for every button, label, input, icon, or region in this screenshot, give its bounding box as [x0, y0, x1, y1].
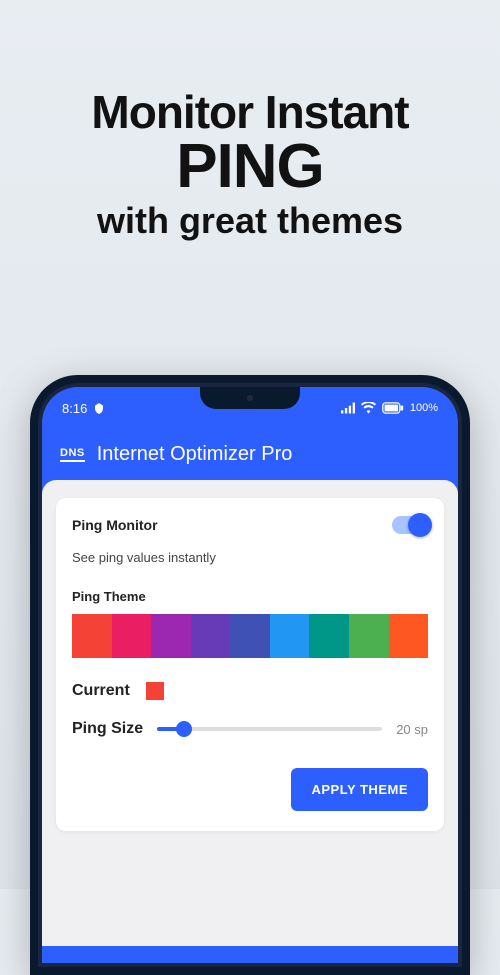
alarm-icon — [93, 402, 105, 414]
current-color-swatch — [146, 682, 164, 700]
ping-monitor-toggle[interactable] — [392, 516, 428, 534]
phone-screen: 8:16 100% — [42, 387, 458, 963]
ping-size-label: Ping Size — [72, 720, 143, 738]
theme-color-5[interactable] — [270, 614, 310, 658]
app-title: Internet Optimizer Pro — [97, 443, 293, 466]
phone-frame-inner: 8:16 100% — [38, 383, 462, 967]
ping-monitor-title: Ping Monitor — [72, 517, 158, 533]
theme-color-4[interactable] — [230, 614, 270, 658]
battery-icon — [382, 402, 404, 414]
phone-notch — [200, 387, 300, 409]
phone-frame: 8:16 100% — [30, 375, 470, 975]
theme-color-3[interactable] — [191, 614, 231, 658]
ping-size-value: 20 sp — [396, 722, 428, 737]
app-logo: DNS — [60, 447, 85, 462]
theme-color-1[interactable] — [112, 614, 152, 658]
content-sheet: Ping Monitor See ping values instantly P… — [42, 480, 458, 946]
battery-percent: 100% — [410, 402, 438, 414]
app-header: DNS Internet Optimizer Pro — [42, 429, 458, 480]
slider-thumb — [176, 721, 192, 737]
current-label: Current — [72, 682, 130, 700]
ping-size-slider[interactable] — [157, 727, 382, 731]
theme-color-strip — [72, 614, 428, 658]
wifi-icon — [361, 402, 376, 414]
theme-color-0[interactable] — [72, 614, 112, 658]
toggle-knob — [408, 513, 432, 537]
promo-heading: Monitor Instant PING with great themes — [0, 0, 500, 242]
promo-line3: with great themes — [0, 200, 500, 242]
ping-theme-label: Ping Theme — [72, 589, 428, 604]
camera-dot — [247, 395, 253, 401]
status-left: 8:16 — [62, 401, 105, 416]
status-time: 8:16 — [62, 401, 87, 416]
apply-row: APPLY THEME — [72, 768, 428, 811]
signal-icon — [341, 402, 355, 414]
theme-color-8[interactable] — [389, 614, 429, 658]
ping-monitor-row: Ping Monitor — [72, 516, 428, 534]
apply-theme-button[interactable]: APPLY THEME — [291, 768, 428, 811]
theme-color-7[interactable] — [349, 614, 389, 658]
current-row: Current — [72, 682, 428, 700]
promo-line2: PING — [0, 131, 500, 202]
ping-monitor-subtitle: See ping values instantly — [72, 550, 428, 565]
ping-settings-card: Ping Monitor See ping values instantly P… — [56, 498, 444, 831]
status-right: 100% — [341, 402, 438, 414]
ping-size-row: Ping Size 20 sp — [72, 720, 428, 738]
theme-color-2[interactable] — [151, 614, 191, 658]
theme-color-6[interactable] — [309, 614, 349, 658]
